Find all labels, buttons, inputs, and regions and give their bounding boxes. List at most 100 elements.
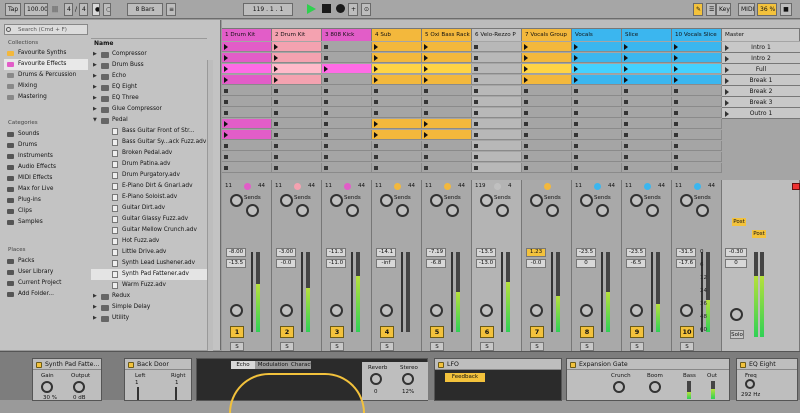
track-volume[interactable]: -3.00: [276, 248, 296, 257]
file-row[interactable]: E-Piano Dirt & Gnarl.adv: [91, 181, 207, 192]
clip-stop-icon[interactable]: [474, 67, 478, 71]
clip-stop-icon[interactable]: [324, 56, 328, 60]
clip-stop-icon[interactable]: [324, 100, 328, 104]
clip-stop-icon[interactable]: [374, 144, 378, 148]
clip-launch-icon[interactable]: [374, 121, 378, 127]
clip-slot-filled[interactable]: [222, 42, 272, 52]
send-a-knob[interactable]: [530, 194, 543, 207]
clip-slot-empty[interactable]: [422, 97, 472, 107]
clip-slot-filled[interactable]: [222, 64, 272, 74]
clip-launch-icon[interactable]: [424, 44, 428, 50]
clip-slot-filled[interactable]: [572, 75, 622, 85]
clip-launch-icon[interactable]: [574, 44, 578, 50]
clip-slot-empty[interactable]: [272, 130, 322, 140]
clip-slot-filled[interactable]: [572, 64, 622, 74]
pan-knob[interactable]: [480, 304, 493, 317]
clip-slot-empty[interactable]: [522, 108, 572, 118]
clip-stop-icon[interactable]: [474, 78, 478, 82]
send-a-knob[interactable]: [430, 194, 443, 207]
clip-stop-icon[interactable]: [674, 100, 678, 104]
clip-launch-icon[interactable]: [224, 66, 228, 72]
clip-slot-empty[interactable]: [522, 86, 572, 96]
clip-slot-empty[interactable]: [472, 64, 522, 74]
overview-strip[interactable]: [222, 20, 800, 29]
track-header[interactable]: Vocals: [572, 29, 622, 41]
clip-slot-empty[interactable]: [622, 97, 672, 107]
clip-stop-icon[interactable]: [624, 155, 628, 159]
clip-stop-icon[interactable]: [374, 111, 378, 115]
follow-icon[interactable]: ≡: [166, 3, 176, 16]
clip-stop-icon[interactable]: [224, 100, 228, 104]
clip-launch-icon[interactable]: [424, 132, 428, 138]
key-map-button[interactable]: Key: [716, 3, 731, 16]
folder-row[interactable]: ▶ Glue Compressor: [91, 104, 207, 115]
echo-display[interactable]: [229, 373, 365, 413]
clip-slot-empty[interactable]: [322, 75, 372, 85]
clip-launch-icon[interactable]: [524, 44, 528, 50]
category-max-for-live[interactable]: Max for Live: [4, 184, 88, 195]
folder-row[interactable]: ▶ Drum Buss: [91, 60, 207, 71]
place-add-folder[interactable]: Add Folder...: [4, 289, 88, 300]
clip-slot-empty[interactable]: [472, 119, 522, 129]
send-b-knob[interactable]: [596, 204, 609, 217]
solo-button[interactable]: S: [530, 342, 544, 351]
clip-launch-icon[interactable]: [574, 66, 578, 72]
clip-slot-empty[interactable]: [572, 97, 622, 107]
clip-slot-empty[interactable]: [272, 97, 322, 107]
device-synth-pad[interactable]: Synth Pad Fatte... Gain Output 30 % 0 dB: [32, 358, 102, 401]
clip-stop-icon[interactable]: [324, 45, 328, 49]
clip-slot-empty[interactable]: [622, 163, 672, 173]
clip-slot-filled[interactable]: [422, 53, 472, 63]
clip-stop-icon[interactable]: [674, 89, 678, 93]
clip-slot-empty[interactable]: [422, 86, 472, 96]
clip-launch-icon[interactable]: [674, 55, 678, 61]
overdub-icon[interactable]: +: [348, 3, 358, 16]
expand-arrow-icon[interactable]: ▶: [93, 93, 97, 104]
send-b-knob[interactable]: [696, 204, 709, 217]
clip-stop-icon[interactable]: [574, 100, 578, 104]
clip-slot-empty[interactable]: [372, 141, 422, 151]
clip-slot-filled[interactable]: [222, 53, 272, 63]
browser-scrollbar[interactable]: [207, 60, 213, 360]
clip-slot-empty[interactable]: [322, 119, 372, 129]
pan-knob[interactable]: [280, 304, 293, 317]
clip-slot-empty[interactable]: [322, 130, 372, 140]
solo-button[interactable]: S: [280, 342, 294, 351]
track-header[interactable]: 10 Vocals Slice: [672, 29, 722, 41]
track-header[interactable]: 7 Vocals Group: [522, 29, 572, 41]
clip-slot-empty[interactable]: [372, 152, 422, 162]
category-audio-effects[interactable]: Audio Effects: [4, 162, 88, 173]
clip-stop-icon[interactable]: [374, 100, 378, 104]
scene-launch[interactable]: Break 3: [722, 97, 800, 108]
expand-arrow-icon[interactable]: ▶: [93, 104, 97, 115]
expand-arrow-icon[interactable]: ▶: [93, 313, 97, 324]
clip-slot-empty[interactable]: [472, 163, 522, 173]
clip-stop-icon[interactable]: [424, 155, 428, 159]
send-a-knob[interactable]: [280, 194, 293, 207]
signature-denominator[interactable]: 4: [79, 3, 88, 16]
clip-launch-icon[interactable]: [624, 44, 628, 50]
category-sounds[interactable]: Sounds: [4, 129, 88, 140]
clip-stop-icon[interactable]: [624, 166, 628, 170]
pan-knob[interactable]: [230, 304, 243, 317]
folder-row[interactable]: ▶ Echo: [91, 71, 207, 82]
clip-slot-empty[interactable]: [472, 53, 522, 63]
solo-button[interactable]: S: [680, 342, 694, 351]
clip-stop-icon[interactable]: [474, 45, 478, 49]
clip-slot-filled[interactable]: [222, 130, 272, 140]
clip-stop-icon[interactable]: [524, 133, 528, 137]
collection-item[interactable]: Favourite Synths: [4, 48, 88, 59]
clip-slot-empty[interactable]: [372, 97, 422, 107]
clip-stop-icon[interactable]: [324, 133, 328, 137]
track-activator-button[interactable]: 3: [330, 326, 344, 338]
scene-launch[interactable]: Intro 2: [722, 53, 800, 64]
pan-knob[interactable]: [380, 304, 393, 317]
clip-launch-icon[interactable]: [224, 44, 228, 50]
clip-launch-icon[interactable]: [574, 55, 578, 61]
clip-slot-empty[interactable]: [622, 141, 672, 151]
send-b-knob[interactable]: [346, 204, 359, 217]
clip-slot-empty[interactable]: [472, 42, 522, 52]
clip-launch-icon[interactable]: [624, 77, 628, 83]
expand-arrow-icon[interactable]: ▶: [93, 49, 97, 60]
send-b-knob[interactable]: [296, 204, 309, 217]
